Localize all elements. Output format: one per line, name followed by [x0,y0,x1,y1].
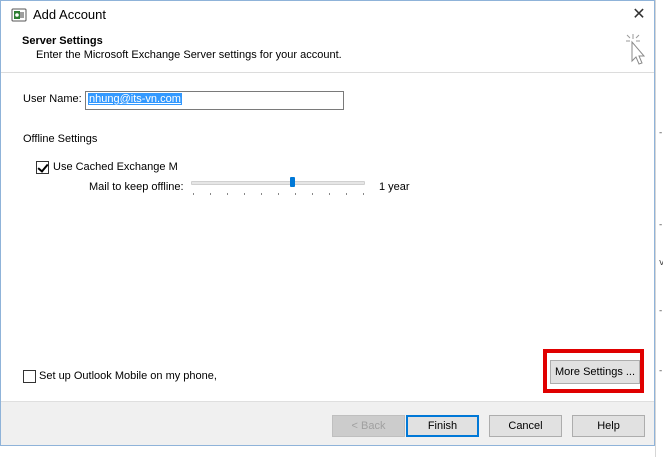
close-button[interactable]: ✕ [626,4,652,26]
background-mark: - [659,128,663,138]
mail-keep-offline-slider[interactable] [191,181,365,185]
outlook-icon [11,8,27,22]
slider-tick [346,193,347,195]
page-title: Server Settings [22,35,103,47]
cached-mode-label[interactable]: Use Cached Exchange Mode [53,161,177,173]
slider-thumb[interactable] [290,177,295,187]
user-name-value: nhung@its-vn.com [88,93,182,105]
background-mark: - [659,220,663,230]
user-name-input[interactable]: nhung@its-vn.com [85,91,344,110]
finish-button[interactable]: Finish [406,415,479,437]
help-button[interactable]: Help [572,415,645,437]
background-mark: - [659,366,663,376]
slider-tick [193,193,194,195]
mail-keep-offline-label: Mail to keep offline: [89,181,184,193]
mail-keep-offline-value: 1 year [379,181,410,193]
settings-content: User Name: nhung@its-vn.com Offline Sett… [1,73,654,393]
close-icon: ✕ [632,6,646,23]
slider-tick [261,193,262,195]
outlook-mobile-label[interactable]: Set up Outlook Mobile on my phone, [39,370,217,382]
slider-tick [227,193,228,195]
wizard-footer: < Back Finish Cancel Help [1,401,654,445]
slider-tick [210,193,211,195]
offline-settings-heading: Offline Settings [23,133,98,145]
title-bar[interactable]: Add Account ✕ [1,1,654,29]
background-mark: v [659,258,663,268]
background-mark: - [659,306,663,316]
wizard-header: Server Settings Enter the Microsoft Exch… [1,29,654,73]
cached-mode-checkbox[interactable] [36,161,49,174]
back-button[interactable]: < Back [332,415,405,437]
slider-tick [278,193,279,195]
slider-tick [363,193,364,195]
slider-tick [312,193,313,195]
add-account-dialog: Add Account ✕ Server Settings Enter the … [0,0,655,446]
outlook-mobile-checkbox[interactable] [23,370,36,383]
slider-tick [244,193,245,195]
slider-tick [329,193,330,195]
window-title: Add Account [33,7,106,22]
page-subtitle: Enter the Microsoft Exchange Server sett… [36,49,342,61]
more-settings-button[interactable]: More Settings ... [550,360,640,384]
user-name-label: User Name: [23,93,82,105]
cancel-button[interactable]: Cancel [489,415,562,437]
slider-tick [295,193,296,195]
click-cursor-icon [626,34,646,65]
